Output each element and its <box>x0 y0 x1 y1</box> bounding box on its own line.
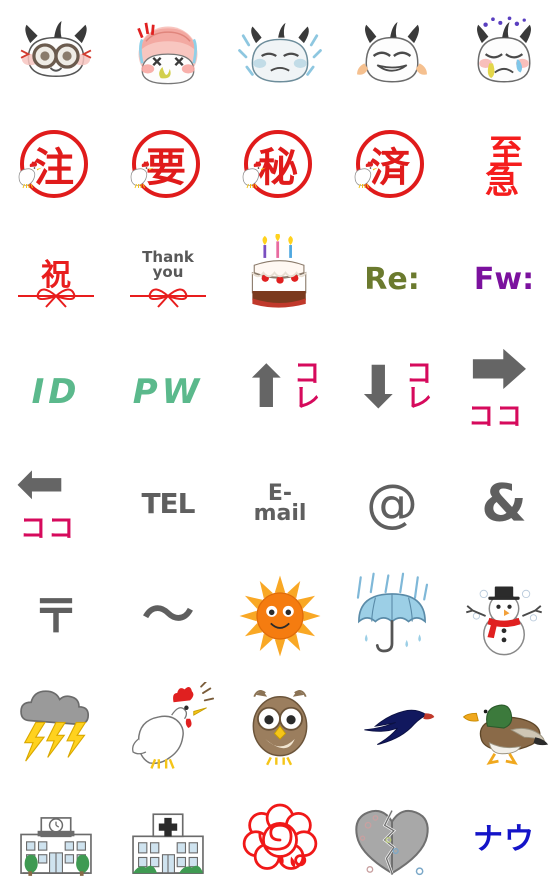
face-grin-embarrassed-icon <box>346 10 438 102</box>
text-shikyu-urgent-label: 至急 <box>485 136 523 202</box>
face-crying-sad-icon <box>458 10 550 102</box>
broken-heart-gray-icon <box>346 794 438 886</box>
face-goggles-surprised-icon <box>10 10 102 102</box>
arrow-down-kore-icon: ⬇ コレ <box>348 348 436 436</box>
symbol-at-sign-label: @ <box>366 474 418 534</box>
emoji-cell-weather-snowman[interactable] <box>448 560 560 672</box>
text-email-label: E-mail <box>253 482 307 526</box>
emoji-cell-bird-swallow[interactable] <box>336 672 448 784</box>
emoji-cell-text-email[interactable]: E-mail <box>224 448 336 560</box>
emoji-cell-bird-rooster-crowing[interactable] <box>112 672 224 784</box>
noshi-iwai-icon: 祝 <box>18 246 94 314</box>
emoji-cell-weather-sun[interactable] <box>224 560 336 672</box>
emoji-cell-broken-heart-gray[interactable] <box>336 784 448 896</box>
emoji-grid: 注要秘済至急祝 Thank you Re: Fw: ID PW ⬆ コレ ⬇ コレ ⮕ ココ ⬅ ココ T… <box>0 0 560 896</box>
emoji-cell-text-tel[interactable]: TEL <box>112 448 224 560</box>
emoji-cell-bird-duck[interactable] <box>448 672 560 784</box>
emoji-cell-stamp-chuu[interactable]: 注 <box>0 112 112 224</box>
weather-umbrella-rain-icon <box>346 570 438 662</box>
arrow-right-koko-icon: ⮕ ココ <box>460 342 548 436</box>
emoji-cell-arrow-up-kore[interactable]: ⬆ コレ <box>224 336 336 448</box>
emoji-cell-face-cold-shivering[interactable] <box>224 0 336 112</box>
emoji-cell-text-id[interactable]: ID <box>0 336 112 448</box>
arrow-down-icon: ⬇ <box>354 353 403 421</box>
text-pw-label: PW <box>132 372 204 412</box>
koko-label: ココ <box>468 402 525 433</box>
email-line-2: mail <box>253 501 307 526</box>
emoji-cell-arrow-right-koko[interactable]: ⮕ ココ <box>448 336 560 448</box>
emoji-cell-building-school[interactable] <box>0 784 112 896</box>
weather-thundercloud-icon <box>10 682 102 774</box>
bird-duck-icon <box>458 682 550 774</box>
emoji-cell-text-nau-now[interactable]: ナウ <box>448 784 560 896</box>
shikyu-char-2: 急 <box>485 162 519 202</box>
arrow-left-koko-icon: ⬅ ココ <box>12 454 100 548</box>
arrow-right-icon: ⮕ <box>470 337 529 405</box>
flower-red-carnation-icon <box>234 794 326 886</box>
bird-owl-icon <box>234 682 326 774</box>
emoji-cell-face-goggles-surprised[interactable] <box>0 0 112 112</box>
building-hospital-icon <box>122 794 214 886</box>
emoji-cell-symbol-ampersand[interactable]: & <box>448 448 560 560</box>
arrow-up-kore-icon: ⬆ コレ <box>236 348 324 436</box>
emoji-cell-text-pw[interactable]: PW <box>112 336 224 448</box>
text-fw-forward-label: Fw: <box>473 262 535 297</box>
koko-label: コレ <box>405 359 432 414</box>
emoji-cell-face-crying-sad[interactable] <box>448 0 560 112</box>
emoji-cell-arrow-down-kore[interactable]: ⬇ コレ <box>336 336 448 448</box>
emoji-cell-flower-red-carnation[interactable] <box>224 784 336 896</box>
emoji-cell-text-re-reply[interactable]: Re: <box>336 224 448 336</box>
emoji-cell-text-shikyu-urgent[interactable]: 至急 <box>448 112 560 224</box>
emoji-cell-weather-umbrella-rain[interactable] <box>336 560 448 672</box>
koko-label: コレ <box>293 359 320 414</box>
bird-swallow-icon <box>346 682 438 774</box>
emoji-cell-building-hospital[interactable] <box>112 784 224 896</box>
emoji-cell-noshi-iwai[interactable]: 祝 <box>0 224 112 336</box>
text-re-reply-label: Re: <box>364 262 420 297</box>
arrow-left-icon: ⬅ <box>16 449 65 517</box>
stamp-you-icon: 要 <box>128 128 208 208</box>
noshi-text: Thank you <box>142 248 194 282</box>
symbol-postal-mark-label: 〒 <box>33 589 79 643</box>
bird-rooster-crowing-icon <box>122 682 214 774</box>
weather-snowman-icon <box>458 570 550 662</box>
text-tel-label: TEL <box>141 487 195 520</box>
stamp-maru-hi-icon: 秘 <box>240 128 320 208</box>
emoji-cell-symbol-at-sign[interactable]: @ <box>336 448 448 560</box>
noshi-thank-you-icon: Thank you <box>130 246 206 314</box>
emoji-cell-stamp-maru-hi[interactable]: 秘 <box>224 112 336 224</box>
emoji-cell-birthday-cake[interactable] <box>224 224 336 336</box>
weather-sun-icon <box>234 570 326 662</box>
text-id-label: ID <box>31 372 81 412</box>
emoji-cell-weather-thundercloud[interactable] <box>0 672 112 784</box>
face-cold-shivering-icon <box>234 10 326 102</box>
symbol-ampersand-label: & <box>481 474 527 534</box>
emoji-cell-symbol-postal-mark[interactable]: 〒 <box>0 560 112 672</box>
emoji-cell-bird-owl[interactable] <box>224 672 336 784</box>
emoji-cell-text-fw-forward[interactable]: Fw: <box>448 224 560 336</box>
emoji-cell-symbol-wave-dash[interactable]: 〜 <box>112 560 224 672</box>
arrow-up-icon: ⬆ <box>242 353 291 421</box>
face-angry-pink-hair-icon <box>122 10 214 102</box>
stamp-sumi-icon: 済 <box>352 128 432 208</box>
emoji-cell-face-grin-embarrassed[interactable] <box>336 0 448 112</box>
birthday-cake-icon <box>234 234 326 326</box>
emoji-cell-noshi-thank-you[interactable]: Thank you <box>112 224 224 336</box>
emoji-cell-arrow-left-koko[interactable]: ⬅ ココ <box>0 448 112 560</box>
text-nau-now-label: ナウ <box>473 822 535 857</box>
koko-label: ココ <box>20 514 77 545</box>
stamp-chuu-icon: 注 <box>16 128 96 208</box>
emoji-cell-stamp-sumi[interactable]: 済 <box>336 112 448 224</box>
symbol-wave-dash-label: 〜 <box>141 586 194 646</box>
emoji-cell-stamp-you[interactable]: 要 <box>112 112 224 224</box>
building-school-icon <box>10 794 102 886</box>
emoji-cell-face-angry-pink-hair[interactable] <box>112 0 224 112</box>
